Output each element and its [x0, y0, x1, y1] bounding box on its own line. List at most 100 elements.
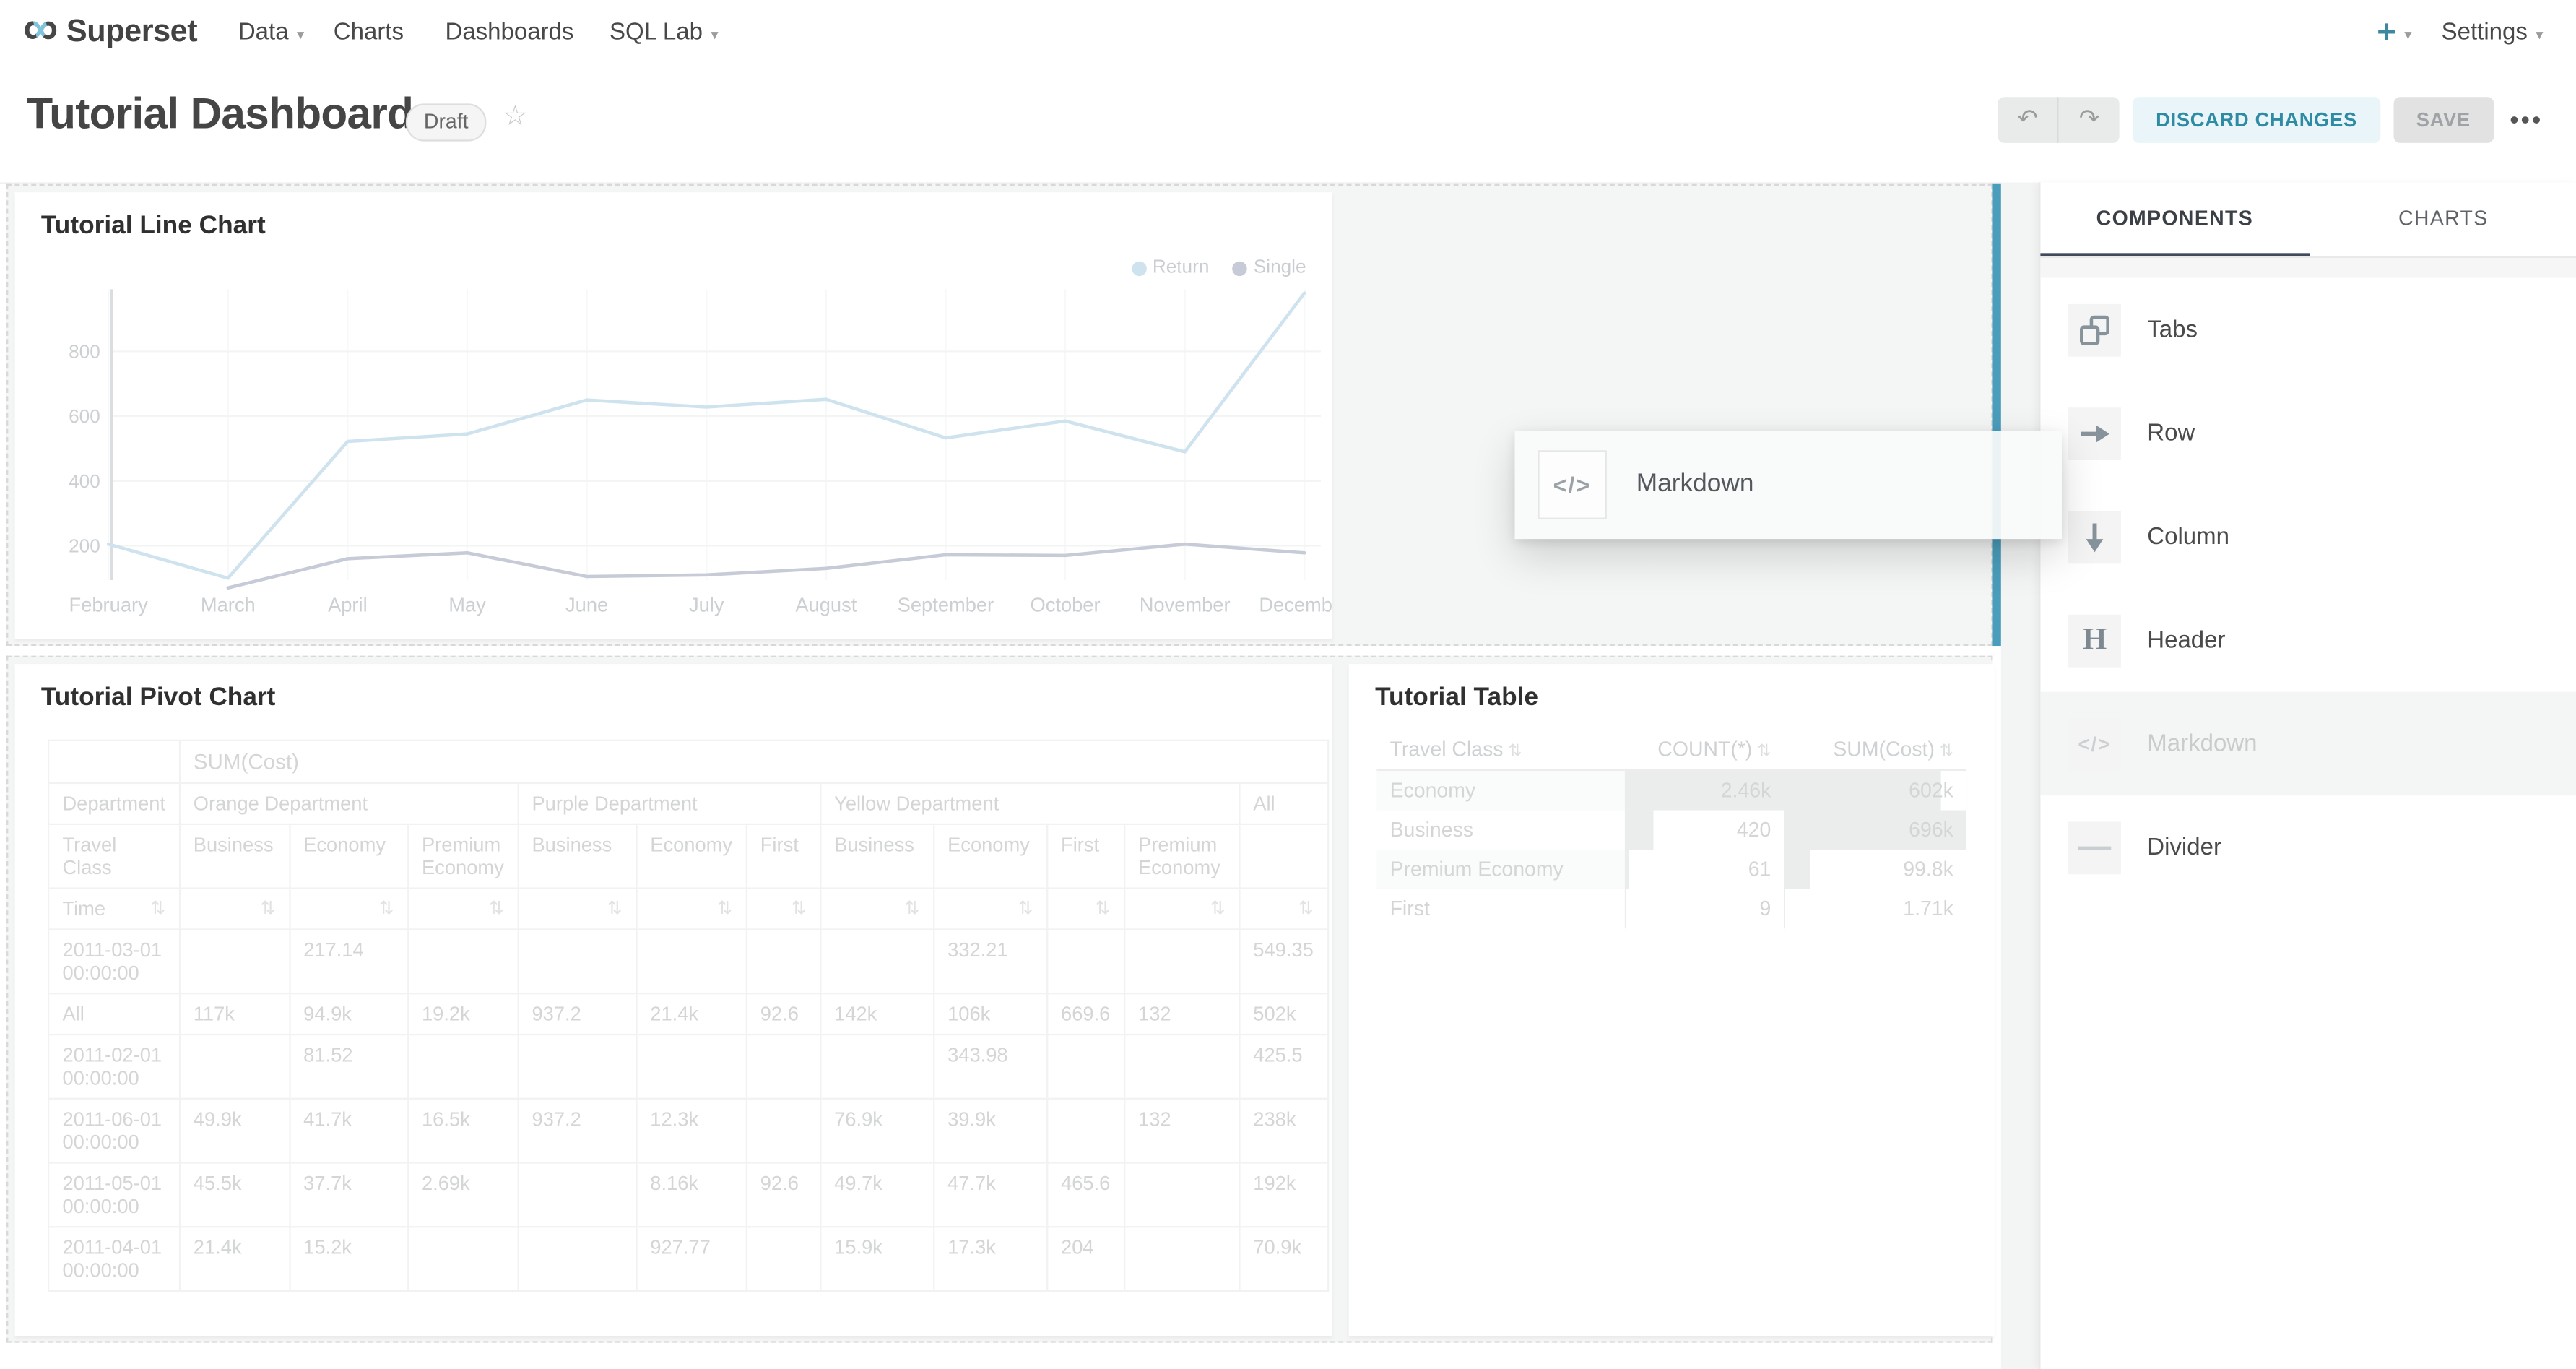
pivot-value-cell — [518, 1162, 636, 1227]
new-item-button[interactable]: + ▾ — [2377, 0, 2411, 66]
y-axis-label: 200 — [69, 535, 100, 557]
cell-travel-class: Premium Economy — [1376, 850, 1625, 889]
pivot-sort-cell[interactable]: ⇅ — [934, 889, 1047, 930]
pivot-sort-cell[interactable]: ⇅ — [408, 889, 518, 930]
table-chart-card[interactable]: Tutorial Table Travel Class⇅COUNT(*)⇅SUM… — [1349, 664, 1995, 1336]
header-actions: ↶ ↷ DISCARD CHANGES SAVE ••• — [1998, 97, 2544, 143]
pivot-value-cell: 70.9k — [1239, 1227, 1327, 1291]
sidebar-item-divider[interactable]: Divider — [2040, 795, 2576, 899]
column-header-count[interactable]: COUNT(*)⇅ — [1625, 730, 1784, 770]
builder-sidebar: COMPONENTS CHARTS TabsRowColumnHHeader</… — [2039, 183, 2576, 1369]
sort-icon: ⇅ — [1940, 743, 1953, 761]
pivot-value-cell — [1047, 929, 1124, 993]
x-axis-label: March — [201, 593, 256, 616]
data-table: Travel Class⇅COUNT(*)⇅SUM(Cost)⇅Economy2… — [1376, 730, 1966, 928]
pivot-value-cell: 937.2 — [518, 1099, 636, 1163]
pivot-sort-cell[interactable]: ⇅ — [1124, 889, 1239, 930]
sidebar-item-label: Markdown — [2147, 730, 2257, 756]
sidebar-item-header[interactable]: HHeader — [2040, 588, 2576, 691]
pivot-value-cell: 41.7k — [290, 1099, 408, 1163]
column-header-travel-class[interactable]: Travel Class⇅ — [1376, 730, 1625, 770]
nav-item-sql-lab[interactable]: SQL Lab▾ — [610, 0, 719, 66]
cell-count: 61 — [1625, 850, 1784, 889]
pivot-value-cell: 937.2 — [518, 993, 636, 1035]
redo-button[interactable]: ↷ — [2059, 97, 2120, 143]
pivot-time-header[interactable]: Time⇅ — [48, 889, 179, 930]
page-title[interactable]: Tutorial Dashboard — [26, 89, 413, 140]
pivot-class-header: First — [1047, 824, 1124, 889]
pivot-value-cell — [1124, 1162, 1239, 1227]
pivot-value-cell — [408, 1227, 518, 1291]
pivot-sort-cell[interactable]: ⇅ — [290, 889, 408, 930]
column-header-sum[interactable]: SUM(Cost)⇅ — [1784, 730, 1967, 770]
more-options-button[interactable]: ••• — [2510, 106, 2543, 134]
pivot-group-header: All — [1239, 783, 1327, 824]
sort-icon: ⇅ — [378, 897, 394, 919]
sidebar-item-column[interactable]: Column — [2040, 485, 2576, 588]
undo-redo-group: ↶ ↷ — [1998, 97, 2120, 143]
pivot-data-row: 2011-06-01 00:00:0049.9k41.7k16.5k937.21… — [48, 1099, 1327, 1163]
pivot-value-cell: 142k — [820, 993, 934, 1035]
pivot-sort-cell[interactable]: ⇅ — [179, 889, 289, 930]
markdown-drag-preview[interactable]: </> Markdown — [1514, 431, 2062, 539]
tab-charts[interactable]: CHARTS — [2309, 183, 2576, 256]
pivot-chart-card[interactable]: Tutorial Pivot Chart SUM(Cost)Department… — [14, 664, 1332, 1336]
pivot-group-header: Orange Department — [179, 783, 518, 824]
pivot-value-cell: 204 — [1047, 1227, 1124, 1291]
pivot-class-header: Premium Economy — [408, 824, 518, 889]
superset-brand[interactable]: ∞∞ Superset — [23, 0, 197, 66]
settings-menu[interactable]: Settings ▾ — [2442, 0, 2544, 66]
cell-travel-class: Economy — [1376, 770, 1625, 811]
pivot-sort-cell[interactable]: ⇅ — [636, 889, 746, 930]
undo-button[interactable]: ↶ — [1998, 97, 2059, 143]
pivot-value-cell: 217.14 — [290, 929, 408, 993]
component-list: TabsRowColumnHHeader</>MarkdownDivider — [2040, 277, 2576, 899]
pivot-value-cell — [746, 929, 820, 993]
save-button[interactable]: SAVE — [2393, 97, 2494, 143]
dashboard-row-1[interactable]: Tutorial Line Chart ReturnSingle Februar… — [6, 184, 1992, 646]
pivot-value-cell — [179, 1035, 289, 1099]
pivot-value-cell: 76.9k — [820, 1099, 934, 1163]
chart-title[interactable]: Tutorial Pivot Chart — [41, 683, 276, 713]
nav-item-dashboards[interactable]: Dashboards — [445, 0, 573, 66]
pivot-class-header — [1239, 824, 1327, 889]
legend-item-return[interactable]: Return — [1131, 258, 1209, 277]
pivot-sort-cell[interactable]: ⇅ — [1239, 889, 1327, 930]
markdown-icon: </> — [1538, 450, 1607, 519]
pivot-class-header: Business — [820, 824, 934, 889]
sidebar-item-tabs[interactable]: Tabs — [2040, 277, 2576, 381]
pivot-value-cell — [1047, 1099, 1124, 1163]
pivot-value-cell: 21.4k — [636, 993, 746, 1035]
pivot-value-cell: 425.5 — [1239, 1035, 1327, 1099]
pivot-sort-cell[interactable]: ⇅ — [1047, 889, 1124, 930]
pivot-class-header: Business — [179, 824, 289, 889]
chart-title[interactable]: Tutorial Table — [1375, 683, 1538, 713]
x-axis-label: July — [689, 593, 724, 616]
favorite-star-icon[interactable]: ☆ — [503, 100, 528, 133]
pivot-time-cell: 2011-06-01 00:00:00 — [48, 1099, 179, 1163]
dashboard-row-2[interactable]: Tutorial Pivot Chart SUM(Cost)Department… — [6, 656, 1992, 1343]
sidebar-gap — [2001, 183, 2039, 1369]
pivot-group-header: Purple Department — [518, 783, 820, 824]
pivot-sort-cell[interactable]: ⇅ — [820, 889, 934, 930]
line-chart-card[interactable]: Tutorial Line Chart ReturnSingle Februar… — [14, 192, 1332, 639]
nav-item-charts[interactable]: Charts — [334, 0, 404, 66]
sidebar-item-row[interactable]: Row — [2040, 381, 2576, 485]
pivot-value-cell: 192k — [1239, 1162, 1327, 1227]
pivot-sort-cell[interactable]: ⇅ — [518, 889, 636, 930]
chart-title[interactable]: Tutorial Line Chart — [41, 212, 266, 241]
pivot-value-cell — [518, 1035, 636, 1099]
sidebar-item-markdown[interactable]: </>Markdown — [2040, 692, 2576, 795]
nav-item-data[interactable]: Data▾ — [238, 0, 304, 66]
pivot-value-cell — [518, 929, 636, 993]
pivot-group-header: Yellow Department — [820, 783, 1239, 824]
pivot-metric-label: SUM(Cost) — [179, 740, 1327, 783]
column-icon — [2068, 510, 2121, 563]
discard-changes-button[interactable]: DISCARD CHANGES — [2133, 97, 2380, 143]
legend-item-single[interactable]: Single — [1232, 258, 1306, 277]
tab-components[interactable]: COMPONENTS — [2040, 183, 2309, 256]
pivot-class-header: Economy — [636, 824, 746, 889]
pivot-sort-cell[interactable]: ⇅ — [746, 889, 820, 930]
pivot-sort-row: Time⇅⇅⇅⇅⇅⇅⇅⇅⇅⇅⇅⇅ — [48, 889, 1327, 930]
pivot-value-cell — [746, 1099, 820, 1163]
